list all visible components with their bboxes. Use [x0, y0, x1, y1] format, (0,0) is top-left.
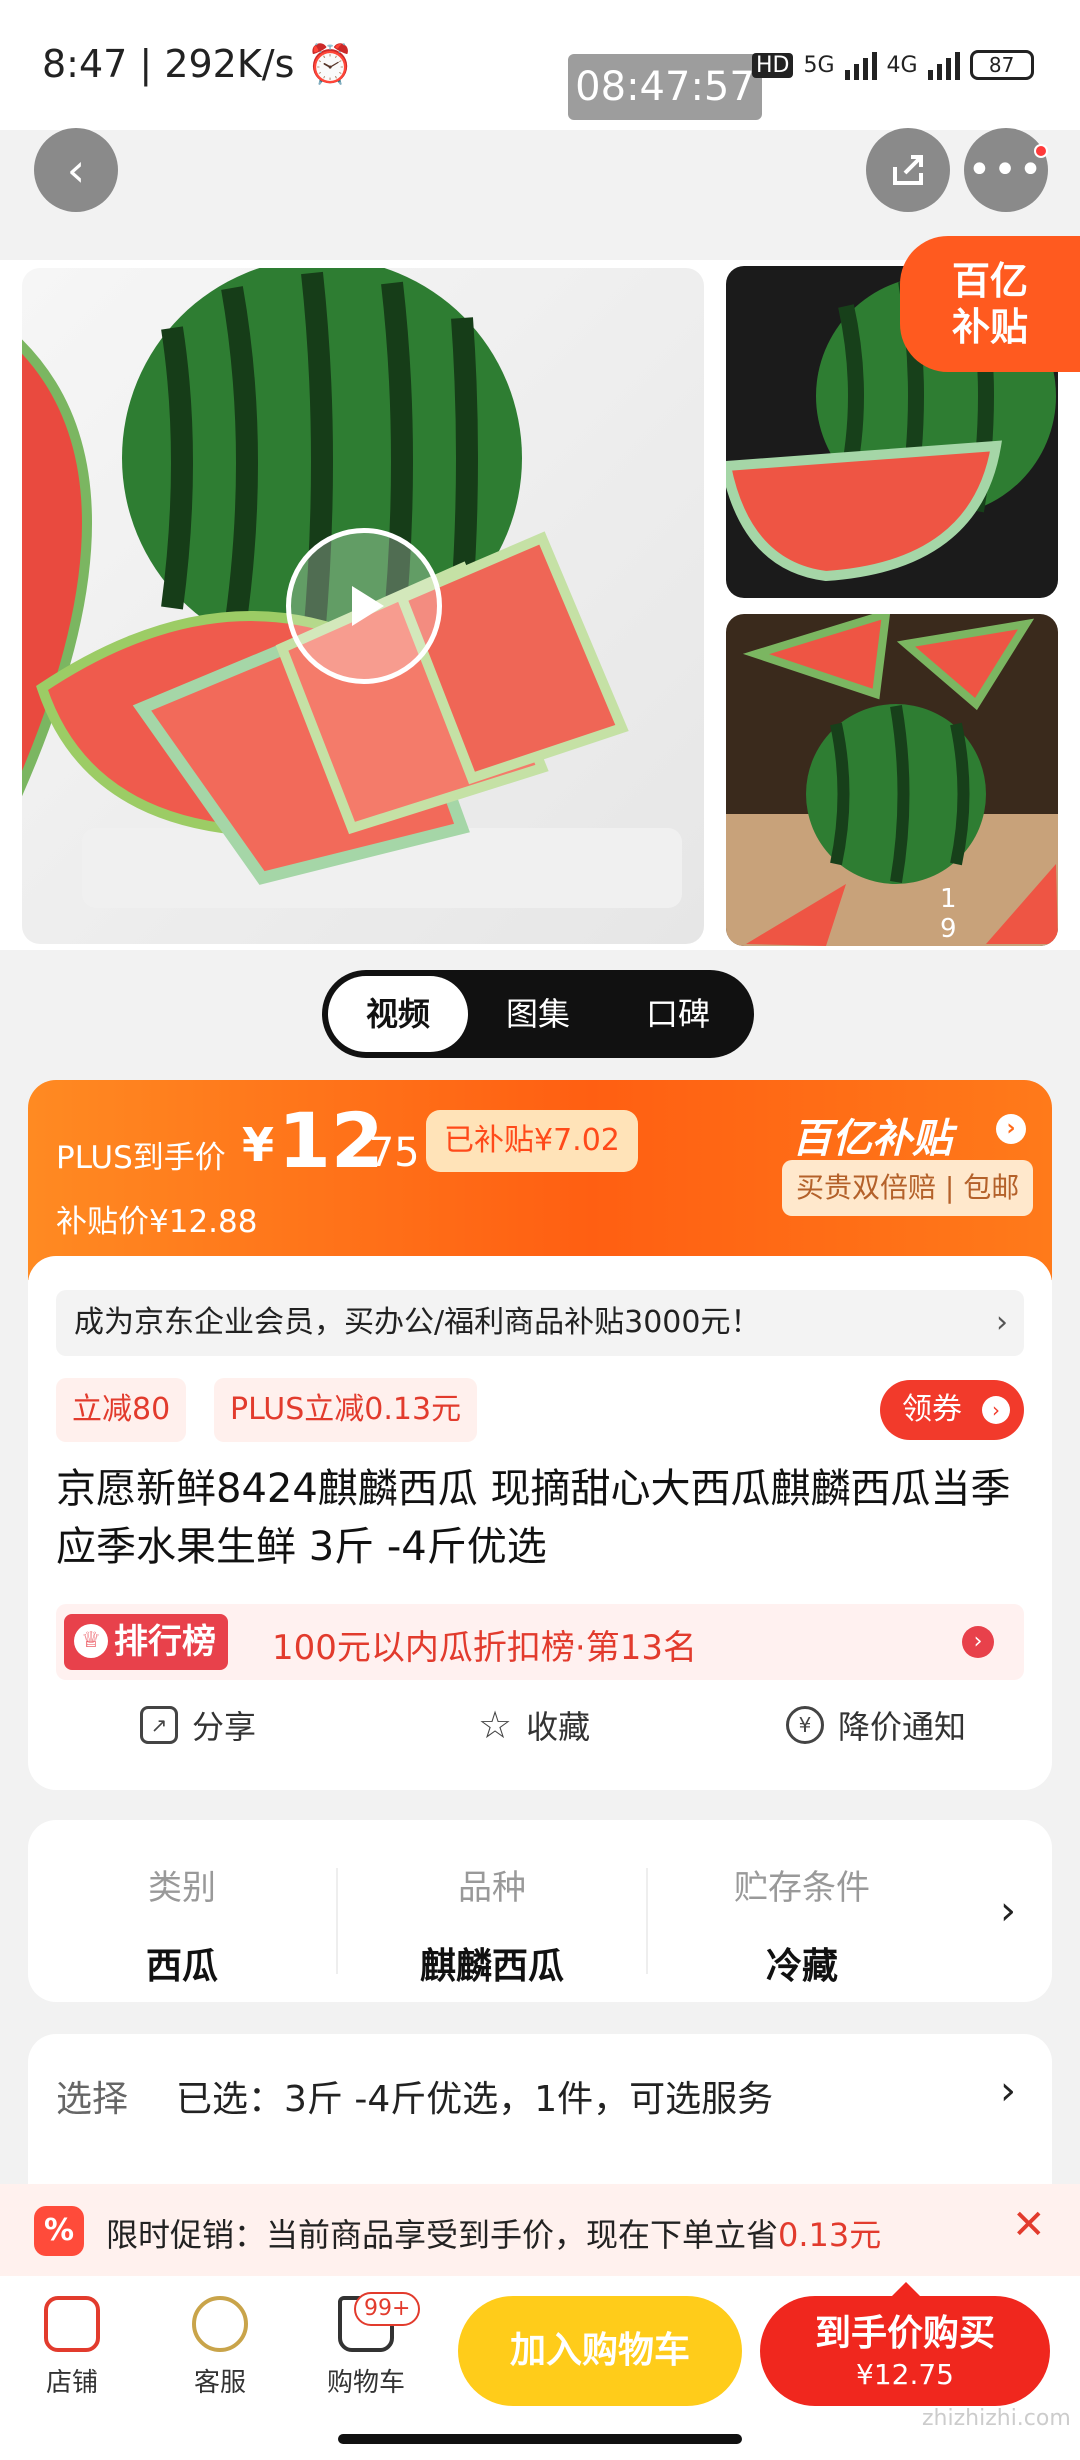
customer-service-icon — [192, 2296, 248, 2352]
notification-dot — [1034, 144, 1048, 158]
chevron-right-icon[interactable]: › — [1000, 1888, 1016, 1934]
attribute-value: 麒麟西瓜 — [419, 1946, 564, 1987]
guarantee-tags: 买贵双倍赔 | 包邮 — [782, 1160, 1034, 1216]
selection-value: 已选：3斤 -4斤优选，1件，可选服务 — [176, 2079, 774, 2120]
play-icon — [352, 586, 384, 626]
play-video-button[interactable] — [286, 528, 442, 684]
discount-tag: 立减80 — [56, 1378, 187, 1442]
subsidy-badge: 百亿 补贴 — [900, 236, 1080, 372]
chevron-right-icon[interactable]: › — [1000, 2068, 1016, 2114]
attribute-category: 类别 西瓜 — [32, 1860, 332, 1989]
promo-amount: 0.13元 — [778, 2216, 882, 2254]
plus-discount-tag: PLUS立减0.13元 — [214, 1378, 478, 1442]
battery-icon: 87 — [969, 50, 1034, 80]
customer-service-button[interactable]: 客服 — [160, 2296, 280, 2399]
promo-text: 限时促销：当前商品享受到手价，现在下单立省0.13元 — [106, 2210, 881, 2256]
buy-price: ¥12.75 — [856, 2358, 954, 2391]
ranking-badge-label: 排行榜 — [114, 1622, 216, 1662]
divider — [336, 1868, 338, 1974]
chevron-right-icon: › — [996, 1305, 1008, 1340]
status-right: HD 5G 4G 87 — [752, 50, 1034, 80]
promo-prefix: 限时促销：当前商品享受到手价，现在下单立省 — [106, 2216, 779, 2254]
more-dots-icon: ••• — [967, 147, 1045, 193]
ranking-text: 100元以内瓜折扣榜·第13名 — [272, 1628, 697, 1668]
attribute-storage: 贮存条件 冷藏 — [652, 1860, 952, 1989]
price-alert-label: 降价通知 — [838, 1708, 967, 1746]
share-label: 分享 — [192, 1708, 257, 1746]
chevron-right-icon[interactable]: › — [962, 1626, 994, 1658]
tab-gallery[interactable]: 图集 — [468, 976, 608, 1052]
store-icon — [44, 2296, 100, 2352]
shop-button[interactable]: 店铺 — [12, 2296, 132, 2399]
subsidy-brand-link[interactable]: 百亿补贴 — [792, 1106, 952, 1164]
subsidy-price: 补贴价¥12.88 — [56, 1204, 258, 1240]
favorite-action[interactable]: ☆ 收藏 — [478, 1702, 590, 1748]
attribute-value: 冷藏 — [765, 1946, 838, 1987]
status-time: 8:47 — [42, 42, 128, 86]
attribute-variety: 品种 麒麟西瓜 — [342, 1860, 642, 1989]
media-tabs: 视频 图集 口碑 — [322, 970, 754, 1058]
watermark: zhizhizhi.com — [922, 2406, 1071, 2431]
favorite-label: 收藏 — [526, 1708, 591, 1746]
ranking-badge: ♕ 排行榜 — [64, 1614, 228, 1670]
image-counter: 1 9 — [940, 884, 997, 944]
hd-icon: HD — [752, 52, 794, 78]
share-icon — [893, 155, 923, 185]
buy-now-button[interactable]: 到手价购买 ¥12.75 — [760, 2296, 1050, 2406]
subsidy-badge-line2: 补贴 — [951, 305, 1028, 349]
shop-label: 店铺 — [45, 2368, 98, 2398]
network-5g: 5G — [803, 52, 835, 78]
cart-label: 购物车 — [326, 2368, 405, 2398]
share-action[interactable]: ↗ 分享 — [140, 1702, 256, 1748]
coupon-label: 领券 — [902, 1392, 962, 1427]
selection-key: 选择 — [56, 2079, 129, 2120]
chevron-right-icon[interactable]: › — [996, 1114, 1026, 1144]
attribute-key: 贮存条件 — [734, 1868, 870, 1908]
back-button[interactable]: ‹ — [34, 128, 118, 212]
price-currency: ¥ — [242, 1118, 275, 1172]
alarm-icon: ⏰ — [306, 42, 354, 86]
trophy-icon: ♕ — [74, 1624, 108, 1658]
home-indicator[interactable] — [338, 2434, 742, 2444]
attribute-key: 类别 — [148, 1868, 216, 1908]
signal-icon-2 — [927, 50, 960, 80]
more-button[interactable]: ••• — [964, 128, 1048, 212]
price-decimal: .75 — [356, 1130, 420, 1176]
get-coupon-button[interactable]: 领券 › — [880, 1380, 1024, 1440]
enterprise-text: 成为京东企业会员，买办公/福利商品补贴3000元！ — [74, 1305, 761, 1340]
share-icon: ↗ — [140, 1706, 178, 1744]
floating-clock: 08:47:57 — [568, 54, 762, 120]
subsidy-badge-line1: 百亿 — [951, 259, 1028, 303]
chevron-left-icon: ‹ — [66, 143, 86, 197]
add-to-cart-button[interactable]: 加入购物车 — [458, 2296, 742, 2406]
yen-icon: ¥ — [786, 1706, 824, 1744]
network-4g: 4G — [886, 52, 918, 78]
tab-video[interactable]: 视频 — [328, 976, 468, 1052]
price-alert-action[interactable]: ¥ 降价通知 — [786, 1702, 966, 1748]
chevron-right-icon: › — [982, 1396, 1010, 1424]
share-button[interactable] — [866, 128, 950, 212]
tab-reviews[interactable]: 口碑 — [608, 976, 748, 1052]
buy-label: 到手价购买 — [814, 2313, 995, 2354]
attribute-key: 品种 — [458, 1868, 526, 1908]
cart-count-badge: 99+ — [354, 2292, 421, 2326]
attribute-value: 西瓜 — [145, 1946, 218, 1987]
subsidized-amount: 已补贴¥7.02 — [426, 1110, 638, 1172]
close-icon[interactable]: ✕ — [1012, 2202, 1046, 2248]
signal-icon — [844, 50, 877, 80]
product-title: 京愿新鲜8424麒麟西瓜 现摘甜心大西瓜麒麟西瓜当季应季水果生鲜 3斤 -4斤优… — [56, 1466, 1011, 1570]
plus-price-label: PLUS到手价 — [56, 1140, 226, 1176]
status-speed: 292K/s — [164, 42, 295, 86]
star-icon: ☆ — [478, 1703, 513, 1747]
service-label: 客服 — [193, 2368, 246, 2398]
enterprise-banner[interactable]: 成为京东企业会员，买办公/福利商品补贴3000元！ › — [56, 1290, 1024, 1356]
status-left: 8:47 | 292K/s ⏰ — [42, 42, 354, 86]
divider — [646, 1868, 648, 1974]
percent-icon: % — [34, 2206, 84, 2256]
